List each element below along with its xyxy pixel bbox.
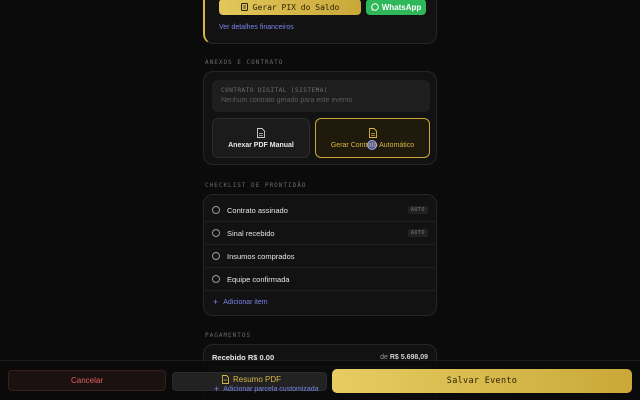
generate-pix-label: Gerar PIX do Saldo bbox=[252, 2, 340, 12]
file-icon bbox=[222, 375, 229, 384]
whatsapp-label: WhatsApp bbox=[381, 2, 422, 12]
auto-badge: AUTO bbox=[407, 206, 428, 214]
checklist-item[interactable]: Sinal recebido AUTO bbox=[204, 222, 436, 245]
digital-contract-value: Nenhum contrato gerado para este evento bbox=[221, 97, 353, 104]
checklist-item[interactable]: Insumos comprados bbox=[204, 245, 436, 268]
financial-summary-card: Gerar PIX do Saldo WhatsApp Ver detalhes… bbox=[203, 0, 437, 44]
save-event-button[interactable]: Salvar Evento bbox=[332, 369, 632, 393]
checklist-item-label: Equipe confirmada bbox=[227, 274, 290, 284]
document-icon bbox=[240, 3, 248, 11]
add-installment-label: Adicionar parcela customizada bbox=[223, 385, 319, 393]
attach-pdf-label: Anexar PDF Manual bbox=[228, 141, 294, 149]
summary-pdf-label: Resumo PDF bbox=[233, 375, 282, 384]
whatsapp-button[interactable]: WhatsApp bbox=[366, 0, 426, 15]
digital-contract-field: CONTRATO DIGITAL (SISTEMA) Nenhum contra… bbox=[212, 80, 430, 112]
checklist-item-label: Contrato assinado bbox=[227, 205, 288, 215]
digital-contract-label: CONTRATO DIGITAL (SISTEMA) bbox=[221, 87, 328, 94]
cursor-indicator bbox=[367, 140, 377, 150]
checklist-section-title: CHECKLIST DE PRONTIDÃO bbox=[205, 182, 307, 189]
add-checklist-item-label: Adicionar item bbox=[223, 298, 268, 306]
contract-card: CONTRATO DIGITAL (SISTEMA) Nenhum contra… bbox=[203, 71, 437, 165]
cancel-button[interactable]: Cancelar bbox=[8, 370, 166, 391]
file-icon bbox=[368, 127, 377, 138]
checklist-item[interactable]: Equipe confirmada bbox=[204, 268, 436, 291]
footer-action-bar: Cancelar Resumo PDF Salvar Evento bbox=[0, 360, 640, 400]
financial-details-link[interactable]: Ver detalhes financeiros bbox=[219, 24, 294, 31]
attachments-section-title: ANEXOS E CONTRATO bbox=[205, 59, 284, 66]
add-installment-button[interactable]: + Adicionar parcela customizada bbox=[214, 384, 319, 394]
checklist-item[interactable]: Contrato assinado AUTO bbox=[204, 199, 436, 222]
payments-section-title: PAGAMENTOS bbox=[205, 332, 252, 339]
plus-icon: + bbox=[213, 297, 219, 307]
checkbox-circle-icon[interactable] bbox=[212, 206, 220, 214]
file-icon bbox=[257, 127, 265, 138]
plus-icon: + bbox=[214, 384, 220, 394]
checklist-card: Contrato assinado AUTO Sinal recebido AU… bbox=[203, 194, 437, 316]
whatsapp-icon bbox=[370, 3, 379, 11]
auto-badge: AUTO bbox=[407, 229, 428, 237]
checklist-item-label: Insumos comprados bbox=[227, 251, 295, 261]
checklist-item-label: Sinal recebido bbox=[227, 228, 275, 238]
attach-pdf-button[interactable]: Anexar PDF Manual bbox=[212, 118, 310, 158]
summary-pdf-button[interactable]: Resumo PDF bbox=[222, 375, 281, 384]
generate-pix-button[interactable]: Gerar PIX do Saldo bbox=[219, 0, 361, 15]
generate-contract-button[interactable]: Gerar Contrato Automático bbox=[315, 118, 430, 158]
checkbox-circle-icon[interactable] bbox=[212, 275, 220, 283]
checkbox-circle-icon[interactable] bbox=[212, 252, 220, 260]
checkbox-circle-icon[interactable] bbox=[212, 229, 220, 237]
add-checklist-item-button[interactable]: + Adicionar item bbox=[213, 297, 268, 307]
